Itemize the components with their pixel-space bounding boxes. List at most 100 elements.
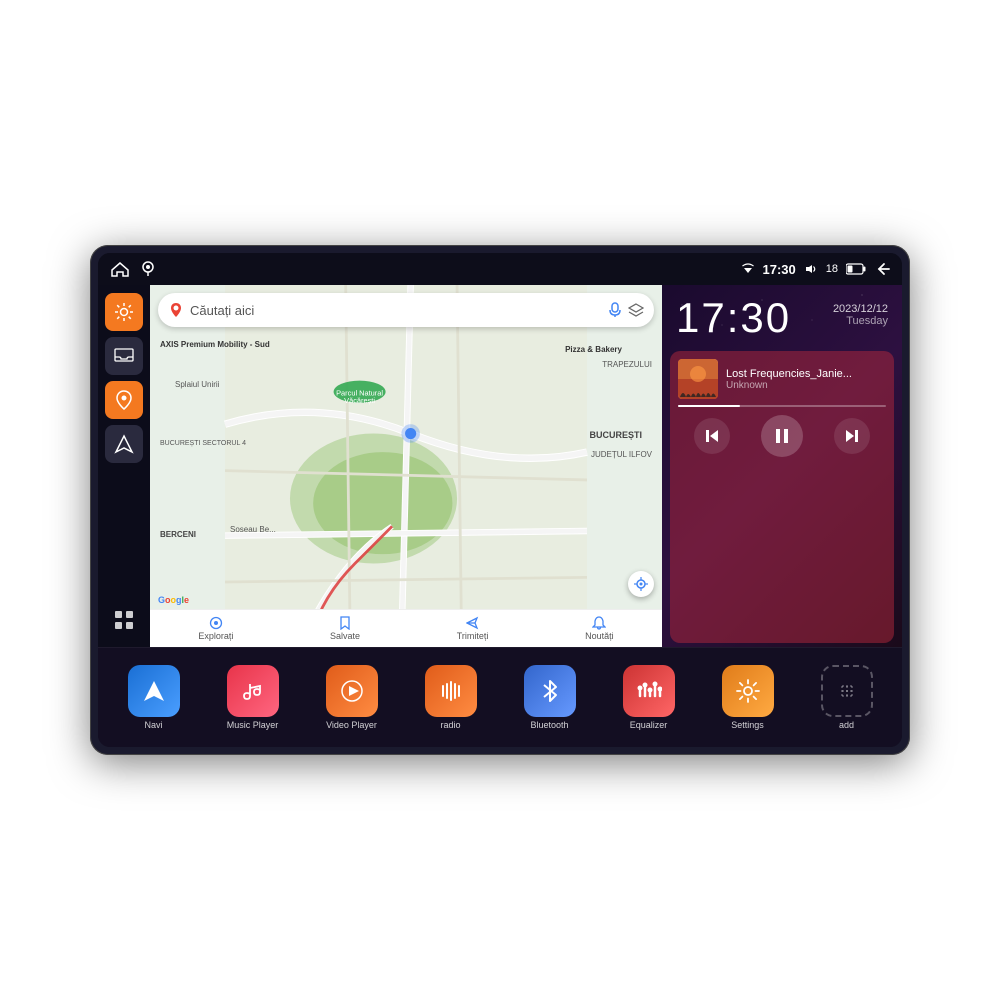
map-label-splaiul: Splaiul Unirii: [175, 380, 219, 389]
back-icon[interactable]: [874, 262, 890, 276]
navi-label: Navi: [144, 720, 162, 730]
app-equalizer[interactable]: Equalizer: [601, 665, 696, 730]
map-nav-send[interactable]: Trimiteți: [457, 616, 489, 641]
sidebar-location-btn[interactable]: [105, 381, 143, 419]
app-radio[interactable]: radio: [403, 665, 498, 730]
location-btn[interactable]: [628, 571, 654, 597]
battery-level: 18: [826, 263, 838, 275]
tray-icon: [114, 348, 134, 364]
music-icon: [227, 665, 279, 717]
music-note-icon: [240, 678, 266, 704]
settings-gear-icon: [735, 678, 761, 704]
equalizer-label: Equalizer: [630, 720, 668, 730]
map-label-axis: AXIS Premium Mobility - Sud: [160, 340, 270, 349]
right-panel: 17:30 2023/12/12 Tuesday: [662, 285, 902, 647]
sidebar-nav-btn[interactable]: [105, 425, 143, 463]
map-label-berceni: BERCENI: [160, 530, 196, 539]
equalizer-icon: [636, 678, 662, 704]
bluetooth-icon: [539, 678, 561, 704]
nav-arrow-icon: [114, 434, 134, 454]
map-nav-explore[interactable]: Explorați: [198, 616, 233, 641]
music-artist: Unknown: [726, 380, 886, 391]
svg-text:Văcărești: Văcărești: [344, 396, 375, 405]
music-progress-bar[interactable]: [678, 405, 886, 407]
status-bar: 17:30 18: [98, 253, 902, 285]
maps-icon: [168, 302, 184, 318]
app-add[interactable]: add: [799, 665, 894, 730]
pause-btn[interactable]: [761, 415, 803, 457]
bell-icon: [592, 616, 606, 630]
mic-icon[interactable]: [608, 302, 622, 318]
music-title: Lost Frequencies_Janie...: [726, 368, 886, 380]
share-icon: [466, 616, 480, 630]
map-label-pizza: Pizza & Bakery: [565, 345, 622, 354]
device-outer: 17:30 18: [90, 245, 910, 755]
app-video-player[interactable]: Video Player: [304, 665, 399, 730]
prev-btn[interactable]: [694, 418, 730, 454]
bluetooth-icon-box: [524, 665, 576, 717]
play-icon: [339, 678, 365, 704]
wifi-icon: [741, 263, 755, 275]
app-grid-section: Navi Music Player Vid: [98, 647, 902, 747]
bluetooth-label: Bluetooth: [530, 720, 568, 730]
video-player-label: Video Player: [326, 720, 377, 730]
music-progress-fill: [678, 405, 740, 407]
prev-icon: [703, 427, 721, 445]
map-label-trapez: TRAPEZULUI: [602, 360, 652, 369]
sidebar-grid-btn[interactable]: [105, 601, 143, 639]
map-nav-saved[interactable]: Salvate: [330, 616, 360, 641]
app-bluetooth[interactable]: Bluetooth: [502, 665, 597, 730]
clock-section: 17:30 2023/12/12 Tuesday: [662, 285, 902, 347]
map-label-sosea: Soseau Be...: [230, 525, 276, 534]
map-pin-icon[interactable]: [140, 261, 156, 277]
add-icon: [834, 678, 860, 704]
sidebar-settings-btn[interactable]: [105, 293, 143, 331]
crosshair-icon: [634, 577, 648, 591]
music-section: Lost Frequencies_Janie... Unknown: [670, 351, 894, 643]
map-container[interactable]: Parcul Natural Văcărești Căutați aici: [150, 285, 662, 647]
video-icon: [326, 665, 378, 717]
music-details: Lost Frequencies_Janie... Unknown: [726, 368, 886, 391]
map-search-bar[interactable]: Căutați aici: [158, 293, 654, 327]
music-thumb-img: [678, 359, 718, 399]
navi-icon: [128, 665, 180, 717]
map-bottom-bar: Explorați Salvate Trimiteți: [150, 609, 662, 647]
sidebar-tray-btn[interactable]: [105, 337, 143, 375]
grid-icon: [113, 609, 135, 631]
location-icon: [116, 390, 132, 410]
music-thumbnail: [678, 359, 718, 399]
settings-icon-box: [722, 665, 774, 717]
radio-icon: [425, 665, 477, 717]
map-label-buc: BUCUREȘTI: [589, 430, 642, 440]
radio-label: radio: [440, 720, 460, 730]
google-logo: Google: [158, 595, 189, 605]
equalizer-icon-box: [623, 665, 675, 717]
clock-day: Tuesday: [833, 315, 888, 327]
music-controls: [678, 415, 886, 457]
add-icon-box: [821, 665, 873, 717]
clock-time: 17:30: [676, 297, 791, 339]
sidebar: [98, 285, 150, 647]
explore-icon: [209, 616, 223, 630]
status-bar-right: 17:30 18: [741, 262, 891, 277]
home-icon[interactable]: [110, 261, 130, 277]
next-icon: [843, 427, 861, 445]
next-btn[interactable]: [834, 418, 870, 454]
app-music-player[interactable]: Music Player: [205, 665, 300, 730]
app-navi[interactable]: Navi: [106, 665, 201, 730]
map-nav-news[interactable]: Noutăți: [585, 616, 614, 641]
time-display: 17:30: [763, 262, 796, 277]
clock-date: 2023/12/12: [833, 303, 888, 315]
music-player-label: Music Player: [227, 720, 279, 730]
bookmark-icon: [338, 616, 352, 630]
radio-waves-icon: [438, 678, 464, 704]
layers-icon[interactable]: [628, 302, 644, 318]
device-screen: 17:30 18: [98, 253, 902, 747]
app-settings[interactable]: Settings: [700, 665, 795, 730]
pause-icon: [772, 426, 792, 446]
map-label-ilfov: JUDEȚUL ILFOV: [591, 450, 652, 459]
status-bar-left: [110, 261, 156, 277]
navi-arrow-icon: [140, 677, 168, 705]
volume-icon: [804, 263, 818, 275]
settings-icon: [114, 302, 134, 322]
